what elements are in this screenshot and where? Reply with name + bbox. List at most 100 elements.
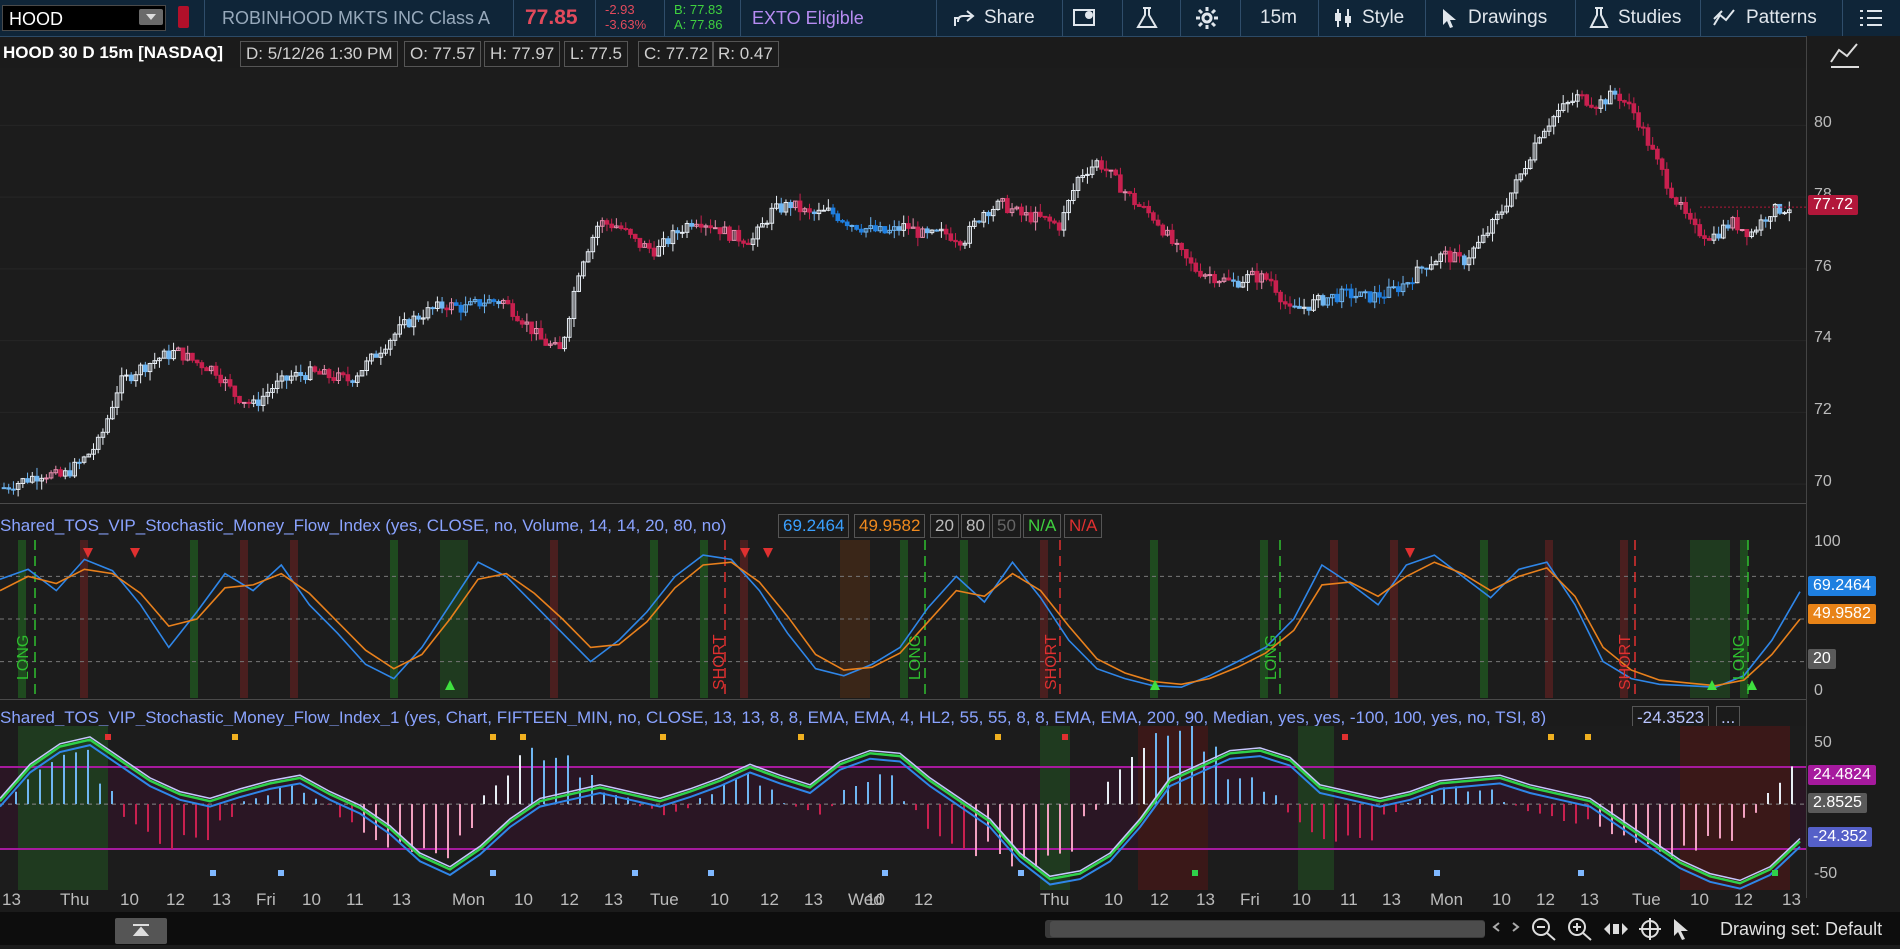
settings-button[interactable] xyxy=(1195,0,1227,36)
candle-body xyxy=(1631,103,1637,114)
candle-body xyxy=(807,208,812,213)
tsi-pane[interactable] xyxy=(0,725,1806,890)
candle-body xyxy=(1579,94,1585,97)
pane-divider[interactable] xyxy=(0,503,1806,504)
tsi-chart[interactable] xyxy=(0,725,1806,890)
link-group-badge[interactable] xyxy=(178,6,189,28)
candle-body xyxy=(491,299,497,303)
candle-body xyxy=(651,247,657,257)
candle-body xyxy=(1155,219,1161,226)
candle-body xyxy=(840,220,845,223)
scroll-left-icon[interactable] xyxy=(1490,916,1504,938)
candle-body xyxy=(496,301,501,305)
price-pane[interactable] xyxy=(0,68,1806,502)
study1-label[interactable]: Shared_TOS_VIP_Stochastic_Money_Flow_Ind… xyxy=(0,516,726,536)
candle-body xyxy=(986,211,991,217)
candle-body xyxy=(745,242,751,245)
candle-body xyxy=(416,315,421,320)
chart-info-icon xyxy=(1073,9,1095,26)
signal-text: SHORT xyxy=(711,634,728,690)
candle-body xyxy=(1174,242,1180,245)
tsi-top-dot xyxy=(490,734,496,740)
crosshair-icon[interactable] xyxy=(1636,916,1664,942)
symbol-input[interactable]: HOOD xyxy=(2,5,166,31)
stoch-pane[interactable]: LONG SHORT LONG SHORT LONG SHORT LONG xyxy=(0,540,1806,698)
candle-body xyxy=(1235,280,1241,288)
candle-body xyxy=(1047,216,1053,222)
time-axis-label: 10 xyxy=(120,890,139,909)
candle-body xyxy=(1184,249,1189,259)
candle-body xyxy=(1207,274,1213,277)
study1-header: Shared_TOS_VIP_Stochastic_Money_Flow_Ind… xyxy=(0,514,1806,538)
candle-body xyxy=(256,399,261,406)
tsi-bottom-dot xyxy=(1772,870,1778,876)
drawings-button[interactable]: Drawings xyxy=(1440,0,1547,36)
stoch-chart[interactable]: LONG SHORT LONG SHORT LONG SHORT LONG xyxy=(0,540,1806,698)
candle-body xyxy=(1410,282,1415,285)
menu-button[interactable] xyxy=(1858,0,1892,36)
tsi-top-dot xyxy=(798,734,804,740)
pane-divider[interactable] xyxy=(0,699,1806,700)
last-price: 77.85 xyxy=(525,6,578,29)
candle-body xyxy=(241,401,247,404)
candle-body xyxy=(1297,305,1302,309)
company-name: ROBINHOOD MKTS INC Class A xyxy=(222,8,491,28)
candle-body xyxy=(6,487,12,490)
time-axis-label: 11 xyxy=(1340,890,1358,909)
candle-style-icon xyxy=(1335,9,1351,27)
time-axis-label: 10 xyxy=(514,890,533,909)
time-axis[interactable]: 13 Thu 10 12 13 Fri 10 11 13 Mon 10 12 13 Tue 10 12 13 We… xyxy=(0,890,1806,912)
candle-body xyxy=(637,237,643,248)
tsi-bottom-dot xyxy=(278,870,284,876)
share-button-label: Share xyxy=(984,7,1035,28)
patterns-button[interactable]: Patterns xyxy=(1712,0,1817,36)
flask-button[interactable] xyxy=(1134,0,1168,36)
pointer-icon[interactable] xyxy=(1670,916,1694,942)
candle-body xyxy=(58,469,63,477)
candle-body xyxy=(689,223,695,227)
time-axis-label: 10 xyxy=(866,890,885,909)
expand-chart-icon[interactable] xyxy=(1827,40,1863,70)
study2-label[interactable]: Shared_TOS_VIP_Stochastic_Money_Flow_Ind… xyxy=(0,708,1546,728)
signal-text: LONG xyxy=(15,635,32,680)
candle-body xyxy=(1108,169,1114,172)
zoom-out-icon[interactable] xyxy=(1530,916,1558,942)
collapse-panel-button[interactable] xyxy=(115,918,167,944)
candle-body xyxy=(1626,101,1632,105)
time-axis-label: 12 xyxy=(914,890,933,909)
candle-body xyxy=(190,352,195,361)
candle-body xyxy=(406,319,412,328)
candle-body xyxy=(1669,187,1674,199)
candle-body xyxy=(1461,255,1467,266)
study1-value-blue: 69.2464 xyxy=(778,514,850,538)
candle-body xyxy=(788,201,793,209)
time-axis-label: Fri xyxy=(1240,890,1260,909)
studies-button[interactable]: Studies xyxy=(1588,0,1681,36)
toolbar-divider xyxy=(1062,0,1063,36)
candle-body xyxy=(77,461,82,464)
signal-text: LONG xyxy=(1731,635,1748,680)
study1-value-orange: 49.9582 xyxy=(854,514,926,538)
price-chart[interactable] xyxy=(0,68,1806,502)
scrollbar-thumb[interactable] xyxy=(1050,921,1485,937)
toolbar-divider xyxy=(1575,0,1576,36)
candle-body xyxy=(194,359,200,364)
candle-body xyxy=(350,380,355,383)
candle-body xyxy=(213,365,219,376)
candle-body xyxy=(1617,93,1623,102)
zoom-in-icon[interactable] xyxy=(1566,916,1594,942)
symbol-dropdown-button[interactable] xyxy=(139,9,163,25)
candle-body xyxy=(1683,202,1688,214)
pan-horizontal-icon[interactable] xyxy=(1602,916,1630,942)
candle-body xyxy=(34,475,40,482)
scroll-right-icon[interactable] xyxy=(1508,916,1522,938)
share-button[interactable]: Share xyxy=(952,0,1035,36)
timeframe-button[interactable]: 15m xyxy=(1260,0,1297,36)
candle-body xyxy=(1424,267,1429,270)
signal-text: SHORT xyxy=(1043,634,1060,690)
drawing-set-label[interactable]: Drawing set: Default xyxy=(1720,919,1882,940)
chart-info-button[interactable] xyxy=(1072,0,1106,36)
tsi-top-dot xyxy=(995,734,1001,740)
style-button[interactable]: Style xyxy=(1332,0,1404,36)
toolbar-divider xyxy=(1122,0,1123,36)
